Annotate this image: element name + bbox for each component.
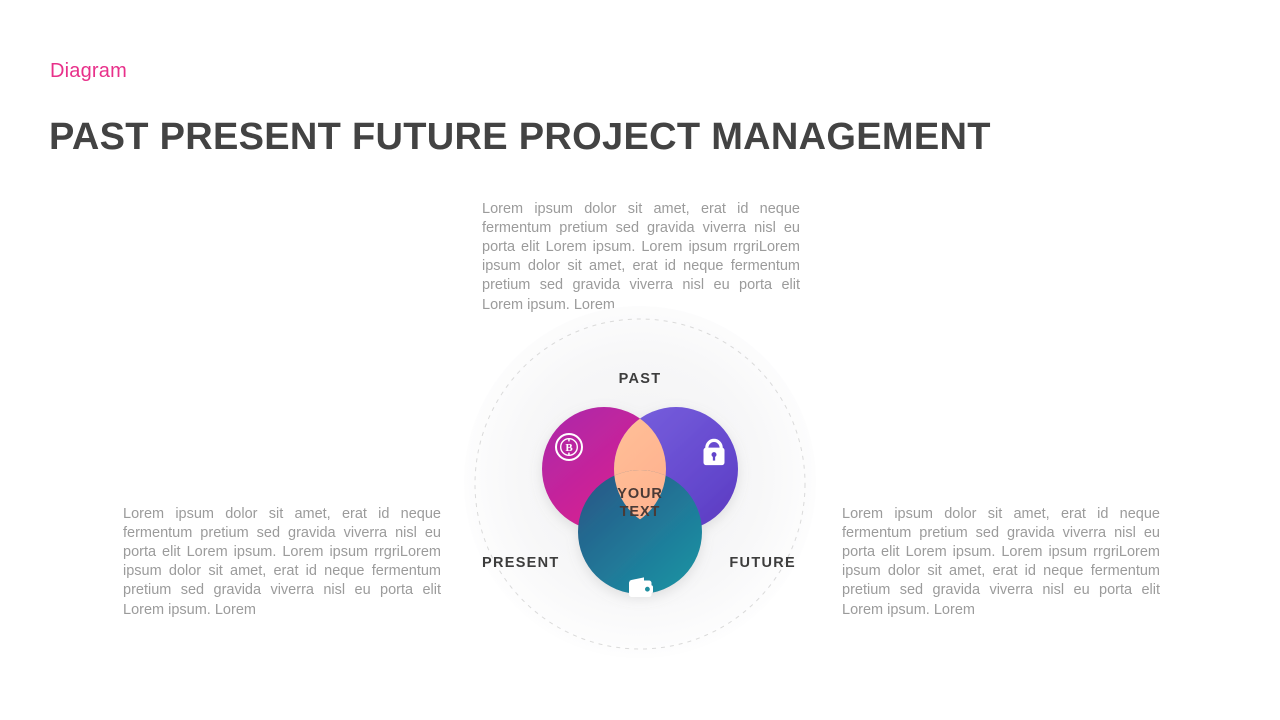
- description-left: Lorem ipsum dolor sit amet, erat id nequ…: [123, 505, 441, 618]
- venn-label-present: PRESENT: [482, 555, 560, 571]
- venn-diagram: B PAST PRESENT FUTURE YOUR TEXT: [460, 306, 820, 664]
- venn-label-future: FUTURE: [729, 555, 796, 571]
- venn-label-past: PAST: [618, 371, 662, 387]
- slide-canvas: Diagram PAST PRESENT FUTURE PROJECT MANA…: [0, 0, 1280, 720]
- slide-kicker: Diagram: [50, 60, 127, 82]
- page-title: PAST PRESENT FUTURE PROJECT MANAGEMENT: [49, 116, 991, 159]
- description-right: Lorem ipsum dolor sit amet, erat id nequ…: [842, 505, 1160, 618]
- description-top: Lorem ipsum dolor sit amet, erat id nequ…: [482, 200, 800, 313]
- svg-text:B: B: [565, 442, 573, 454]
